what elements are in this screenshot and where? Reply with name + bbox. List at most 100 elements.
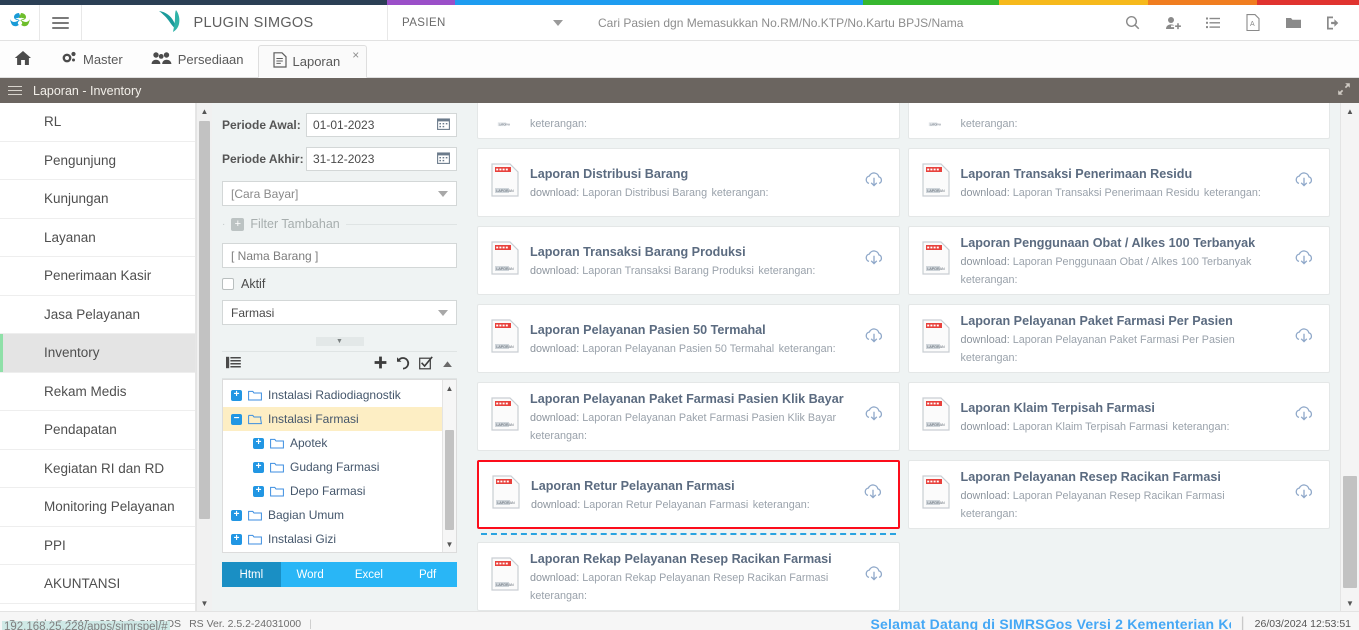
list-icon[interactable]: [1193, 5, 1233, 41]
aktif-checkbox[interactable]: [222, 278, 234, 290]
calendar-icon[interactable]: [437, 117, 450, 133]
sidebar-scrollbar[interactable]: ▲ ▼: [196, 103, 212, 611]
cloud-download-icon[interactable]: [1293, 326, 1315, 351]
search-context-selector[interactable]: PASIEN: [388, 5, 528, 40]
logout-icon[interactable]: [1313, 5, 1353, 41]
tree-node[interactable]: − Instalasi Farmasi: [223, 407, 442, 431]
page-menu-toggle[interactable]: [8, 83, 22, 98]
plus-square-icon[interactable]: +: [231, 217, 245, 231]
calendar-icon[interactable]: [437, 151, 450, 167]
tree-node[interactable]: + Depo Farmasi: [223, 479, 442, 503]
report-card[interactable]: LAPORAN Laporan Pelayanan Paket Farmasi …: [907, 304, 1330, 373]
cloud-download-icon[interactable]: [863, 170, 885, 195]
list-icon[interactable]: [226, 356, 241, 374]
module-laporan[interactable]: Laporan ×: [257, 45, 368, 78]
report-card[interactable]: LAPORAN Laporan Klaim Terpisah Farmasi d…: [907, 382, 1330, 451]
cloud-download-icon[interactable]: [863, 326, 885, 351]
sidebar-item-layanan[interactable]: Layanan: [0, 219, 195, 257]
tree-node[interactable]: + Gudang Farmasi: [223, 455, 442, 479]
module-persediaan[interactable]: Persediaan: [137, 41, 258, 78]
cloud-download-icon[interactable]: [1293, 404, 1315, 429]
module-master[interactable]: Master: [46, 41, 137, 78]
tree-node[interactable]: + Apotek: [223, 431, 442, 455]
triangle-up-icon[interactable]: ▲: [443, 380, 456, 396]
cloud-download-icon[interactable]: [863, 564, 885, 589]
search-context-caret[interactable]: [528, 5, 588, 40]
module-home[interactable]: [0, 41, 46, 78]
unit-select[interactable]: Farmasi: [222, 300, 457, 325]
triangle-down-icon[interactable]: ▼: [1341, 595, 1359, 611]
report-card[interactable]: LAPORAN Laporan Penggunaan Obat / Alkes …: [907, 226, 1330, 295]
search-icon[interactable]: [1113, 5, 1153, 41]
report-card[interactable]: LAPORAN Laporan Pelayanan Resep Racikan …: [907, 460, 1330, 529]
sidebar-item-monitoring-pelayanan[interactable]: Monitoring Pelayanan: [0, 488, 195, 527]
add-user-icon[interactable]: [1153, 5, 1193, 41]
export-html-button[interactable]: Html: [222, 562, 281, 587]
sidebar-item-penerimaan-kasir[interactable]: Penerimaan Kasir: [0, 257, 195, 296]
sidebar-item-rl[interactable]: RL: [0, 103, 195, 142]
pdf-file-icon[interactable]: A: [1233, 5, 1273, 41]
cara-bayar-select[interactable]: [Cara Bayar]: [222, 181, 457, 206]
sidebar-item-kunjungan[interactable]: Kunjungan: [0, 180, 195, 219]
tree-node[interactable]: + Instalasi Gizi: [223, 527, 442, 551]
triangle-up-icon[interactable]: ▲: [197, 103, 212, 119]
tree-scrollbar[interactable]: ▲ ▼: [442, 380, 456, 552]
report-list-scrollbar[interactable]: ▲ ▼: [1340, 103, 1359, 611]
periode-awal-input[interactable]: 01-01-2023: [306, 113, 457, 137]
scrollbar-thumb[interactable]: [199, 121, 210, 519]
undo-icon[interactable]: [396, 356, 410, 375]
expand-toggle-icon[interactable]: +: [253, 461, 264, 473]
cloud-download-icon[interactable]: [1293, 482, 1315, 507]
sidebar-item-akuntansi[interactable]: AKUNTANSI: [0, 565, 195, 604]
sidebar-item-pengunjung[interactable]: Pengunjung: [0, 142, 195, 180]
report-card[interactable]: LAPORAN keterangan:: [907, 103, 1330, 139]
triangle-up-icon[interactable]: ▲: [1341, 103, 1359, 119]
tree-node[interactable]: + Bagian Umum: [223, 503, 442, 527]
export-word-button[interactable]: Word: [280, 562, 340, 587]
cloud-download-icon[interactable]: [863, 404, 885, 429]
report-card[interactable]: LAPORAN keterangan:: [477, 103, 900, 139]
report-card[interactable]: LAPORAN Laporan Distribusi Barang downlo…: [477, 148, 900, 217]
scrollbar-thumb[interactable]: [445, 430, 454, 530]
cloud-download-icon[interactable]: [1293, 170, 1315, 195]
expand-toggle-icon[interactable]: +: [231, 533, 242, 545]
plus-icon[interactable]: [374, 356, 387, 374]
tree-node[interactable]: + Instalasi Radiodiagnostik: [223, 383, 442, 407]
triangle-down-icon[interactable]: ▼: [443, 536, 456, 552]
triangle-up-icon[interactable]: [442, 356, 453, 374]
filter-tambahan-header[interactable]: · + Filter Tambahan: [222, 217, 457, 231]
check-square-icon[interactable]: [419, 355, 433, 375]
sidebar-item-pendapatan[interactable]: Pendapatan: [0, 411, 195, 450]
folder-icon[interactable]: [1273, 5, 1313, 41]
sidebar-item-rekam-medis[interactable]: Rekam Medis: [0, 373, 195, 411]
expand-toggle-icon[interactable]: +: [253, 485, 264, 497]
expand-toggle-icon[interactable]: +: [231, 389, 242, 401]
main-menu-toggle[interactable]: [40, 5, 82, 40]
nama-barang-input[interactable]: [ Nama Barang ]: [222, 243, 457, 268]
report-card-selected[interactable]: LAPORAN Laporan Retur Pelayanan Farmasi …: [477, 460, 900, 529]
sidebar-item-ppi[interactable]: PPI: [0, 527, 195, 565]
panel-collapse-handle[interactable]: ▼: [222, 336, 457, 347]
close-icon[interactable]: ×: [352, 49, 359, 61]
global-search-field[interactable]: Cari Pasien dgn Memasukkan No.RM/No.KTP/…: [588, 5, 1113, 40]
cloud-download-icon[interactable]: [862, 482, 884, 507]
export-pdf-button[interactable]: Pdf: [398, 562, 457, 587]
sidebar-item-kegiatan-ri-dan-rd[interactable]: Kegiatan RI dan RD: [0, 450, 195, 488]
expand-toggle-icon[interactable]: +: [231, 509, 242, 521]
periode-akhir-input[interactable]: 31-12-2023: [306, 147, 457, 171]
collapse-toggle-icon[interactable]: −: [231, 413, 242, 425]
cloud-download-icon[interactable]: [1293, 248, 1315, 273]
export-excel-button[interactable]: Excel: [339, 562, 399, 587]
report-card[interactable]: LAPORAN Laporan Pelayanan Paket Farmasi …: [477, 382, 900, 451]
chevron-down-icon[interactable]: ▼: [315, 337, 364, 346]
scrollbar-thumb[interactable]: [1343, 476, 1357, 588]
triangle-down-icon[interactable]: ▼: [197, 595, 212, 611]
sidebar-item-jasa-pelayanan[interactable]: Jasa Pelayanan: [0, 296, 195, 334]
report-card[interactable]: LAPORAN Laporan Transaksi Barang Produks…: [477, 226, 900, 295]
aktif-checkbox-row[interactable]: Aktif: [222, 277, 457, 291]
expand-toggle-icon[interactable]: +: [253, 437, 264, 449]
report-card[interactable]: LAPORAN Laporan Rekap Pelayanan Resep Ra…: [477, 542, 900, 611]
cloud-download-icon[interactable]: [863, 248, 885, 273]
sidebar-item-inventory[interactable]: Inventory: [0, 334, 195, 373]
simgos-logo-icon[interactable]: [0, 5, 40, 40]
